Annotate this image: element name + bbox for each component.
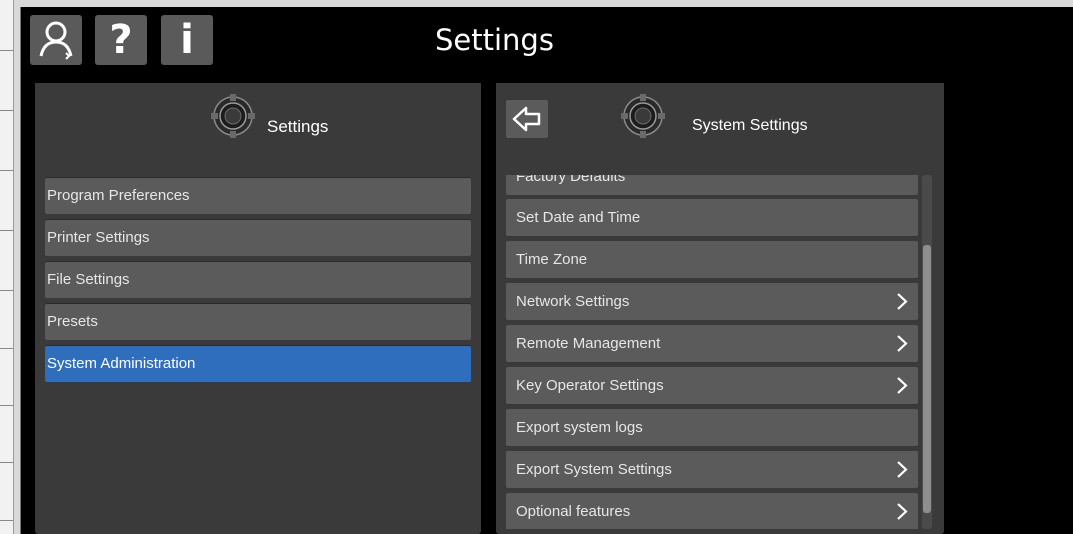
frame-divider — [0, 462, 13, 463]
list-item-export-system-logs[interactable]: Export system logs — [506, 409, 918, 446]
menu-item-label: Presets — [47, 313, 98, 330]
user-icon — [39, 21, 73, 60]
list-item-label: Export system logs — [516, 419, 643, 436]
frame-divider — [0, 170, 13, 171]
right-panel-title: System Settings — [692, 117, 808, 134]
frame-divider — [0, 348, 13, 349]
list-item-remote-management[interactable]: Remote Management — [506, 325, 918, 362]
user-button[interactable] — [30, 15, 82, 65]
chevron-right-icon — [897, 335, 908, 352]
left-panel-header: Settings — [35, 83, 481, 167]
chevron-right-icon — [897, 503, 908, 520]
info-icon: i — [180, 17, 194, 63]
list-item-export-system-settings[interactable]: Export System Settings — [506, 451, 918, 488]
page-title: Settings — [435, 23, 554, 57]
list-item-label: Export System Settings — [516, 461, 672, 478]
frame-divider — [0, 110, 13, 111]
chevron-right-icon — [897, 293, 908, 310]
chevron-right-icon — [897, 461, 908, 478]
system-settings-panel: System Settings Factory Defaults Set Dat… — [496, 83, 944, 534]
list-item-label: Time Zone — [516, 251, 588, 268]
menu-item-label: Printer Settings — [47, 229, 150, 246]
left-panel-title: Settings — [267, 117, 329, 136]
list-item-factory-defaults[interactable]: Factory Defaults — [506, 175, 918, 195]
menu-item-label: File Settings — [47, 271, 130, 288]
chevron-right-icon — [897, 377, 908, 394]
help-button[interactable]: ? — [95, 15, 147, 65]
list-item-label: Remote Management — [516, 335, 661, 352]
scrollbar[interactable] — [922, 175, 932, 529]
list-item-label: Network Settings — [516, 293, 630, 310]
scrollbar-thumb[interactable] — [923, 245, 931, 513]
frame-divider — [0, 405, 13, 406]
list-item-label: Set Date and Time — [516, 209, 641, 226]
list-item-optional-features[interactable]: Optional features — [506, 493, 918, 529]
menu-item-printer-settings[interactable]: Printer Settings — [45, 219, 471, 256]
frame-divider — [0, 290, 13, 291]
menu-item-label: Program Preferences — [47, 187, 190, 204]
frame-divider — [0, 230, 13, 231]
list-item-key-operator-settings[interactable]: Key Operator Settings — [506, 367, 918, 404]
list-item-label: Optional features — [516, 503, 631, 520]
list-item-label: Key Operator Settings — [516, 377, 664, 394]
menu-item-system-administration[interactable]: System Administration — [45, 345, 471, 382]
back-arrow-icon — [512, 106, 541, 132]
system-settings-list[interactable]: Factory Defaults Set Date and Time Time … — [506, 175, 918, 529]
left-frame-edge — [0, 0, 14, 534]
list-item-network-settings[interactable]: Network Settings — [506, 283, 918, 320]
gear-icon — [211, 94, 255, 138]
settings-screen: ? i Settings Settings Program Preference… — [20, 7, 1073, 534]
right-panel-header: System Settings — [496, 83, 944, 167]
frame-divider — [0, 50, 13, 51]
menu-item-presets[interactable]: Presets — [45, 303, 471, 340]
gear-icon — [621, 94, 665, 138]
settings-category-panel: Settings Program Preferences Printer Set… — [35, 83, 481, 534]
menu-item-program-preferences[interactable]: Program Preferences — [45, 177, 471, 214]
frame-divider — [0, 520, 13, 521]
list-item-label: Factory Defaults — [516, 175, 626, 185]
menu-item-label: System Administration — [47, 355, 196, 372]
help-icon: ? — [109, 17, 133, 63]
menu-item-file-settings[interactable]: File Settings — [45, 261, 471, 298]
list-item-time-zone[interactable]: Time Zone — [506, 241, 918, 278]
back-button[interactable] — [506, 100, 548, 138]
info-button[interactable]: i — [161, 15, 213, 65]
top-bar: ? i Settings — [21, 7, 1073, 79]
list-item-set-date-and-time[interactable]: Set Date and Time — [506, 199, 918, 236]
